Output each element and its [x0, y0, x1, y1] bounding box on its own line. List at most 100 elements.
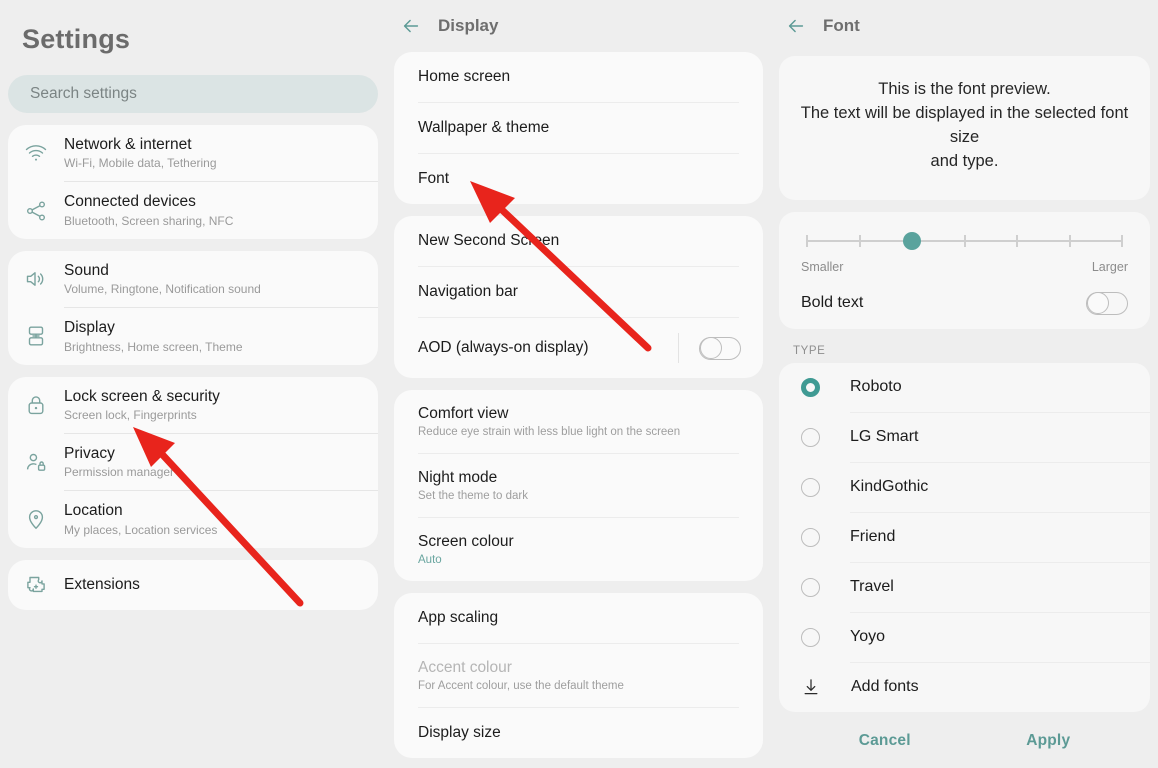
display-icon [24, 324, 64, 348]
preview-line-3: and type. [930, 151, 999, 170]
font-option-roboto[interactable]: Roboto [779, 363, 1150, 412]
sidebar-item-extensions[interactable]: Extensions [8, 560, 378, 610]
sidebar-item-subtitle: Wi-Fi, Mobile data, Tethering [64, 156, 217, 171]
radio-icon[interactable] [801, 527, 820, 547]
sidebar-item-display[interactable]: Display Brightness, Home screen, Theme [8, 308, 378, 364]
display-item-new-second-screen[interactable]: New Second Screen [394, 216, 763, 266]
sidebar-item-privacy[interactable]: Privacy Permission manager [8, 434, 378, 490]
slider-tick [1016, 234, 1018, 247]
item-title: Night mode [418, 469, 498, 486]
display-title: Display [438, 16, 499, 35]
font-option-label: Roboto [850, 378, 902, 396]
search-input[interactable]: Search settings [8, 75, 378, 113]
add-fonts-label: Add fonts [851, 678, 919, 696]
aod-toggle[interactable] [699, 336, 741, 360]
sidebar-item-connected-devices[interactable]: Connected devices Bluetooth, Screen shar… [8, 182, 378, 238]
sidebar-item-subtitle: Screen lock, Fingerprints [64, 407, 197, 422]
slider-tick [1068, 234, 1071, 247]
display-header: Display [386, 0, 771, 52]
item-title: Wallpaper & theme [418, 119, 550, 136]
display-group-2: New Second Screen Navigation bar AOD (al… [394, 216, 763, 378]
lock-icon [24, 393, 64, 417]
radio-icon[interactable] [801, 427, 820, 447]
bold-text-toggle[interactable] [1086, 291, 1128, 315]
font-preview: This is the font preview. The text will … [779, 56, 1150, 200]
display-group-4: App scaling Accent colour For Accent col… [394, 593, 763, 758]
item-title: Screen colour [418, 533, 514, 550]
font-option-label: Yoyo [850, 628, 885, 646]
divider [678, 333, 679, 363]
font-type-list: Roboto LG Smart KindGothic Friend Travel [779, 362, 1150, 712]
settings-group-sound-display: Sound Volume, Ringtone, Notification sou… [8, 250, 378, 365]
font-option-friend[interactable]: Friend [779, 513, 1150, 562]
wifi-icon [24, 141, 64, 165]
font-option-label: LG Smart [850, 428, 919, 446]
font-option-yoyo[interactable]: Yoyo [779, 613, 1150, 662]
radio-icon[interactable] [801, 577, 820, 597]
display-item-comfort-view[interactable]: Comfort view Reduce eye strain with less… [394, 390, 763, 453]
font-title: Font [823, 16, 860, 35]
item-subtitle: Set the theme to dark [418, 490, 528, 502]
font-option-label: KindGothic [850, 478, 929, 496]
settings-group-extensions: Extensions [8, 559, 378, 610]
speaker-icon [24, 267, 64, 291]
settings-group-network: Network & internet Wi-Fi, Mobile data, T… [8, 125, 378, 239]
privacy-person-icon [24, 450, 64, 474]
font-panel: Font This is the font preview. The text … [771, 0, 1158, 768]
apply-button[interactable]: Apply [1026, 732, 1070, 750]
item-subtitle: Reduce eye strain with less blue light o… [418, 426, 681, 438]
sidebar-item-title: Extensions [64, 575, 140, 593]
bold-text-label: Bold text [801, 294, 864, 312]
settings-group-security: Lock screen & security Screen lock, Fing… [8, 376, 378, 548]
sidebar-item-sound[interactable]: Sound Volume, Ringtone, Notification sou… [8, 251, 378, 307]
display-item-wallpaper-theme[interactable]: Wallpaper & theme [394, 103, 763, 153]
slider-thumb[interactable] [903, 231, 921, 250]
item-title: Home screen [418, 68, 511, 85]
download-icon [801, 677, 821, 697]
toggle-knob [1087, 292, 1109, 315]
sidebar-item-network-internet[interactable]: Network & internet Wi-Fi, Mobile data, T… [8, 125, 378, 181]
display-item-aod[interactable]: AOD (always-on display) [394, 318, 763, 378]
sidebar-item-title: Lock screen & security [64, 387, 220, 405]
font-size-slider[interactable] [806, 231, 1123, 250]
radio-icon[interactable] [801, 627, 820, 647]
display-item-navigation-bar[interactable]: Navigation bar [394, 267, 763, 317]
display-item-home-screen[interactable]: Home screen [394, 52, 763, 102]
add-fonts-row[interactable]: Add fonts [779, 663, 1150, 712]
font-option-travel[interactable]: Travel [779, 563, 1150, 612]
preview-line-2: The text will be displayed in the select… [800, 103, 1129, 146]
display-item-accent-colour: Accent colour For Accent colour, use the… [394, 644, 763, 707]
preview-line-1: This is the font preview. [878, 80, 1051, 98]
sidebar-item-title: Sound [64, 261, 109, 279]
font-option-kindgothic[interactable]: KindGothic [779, 463, 1150, 512]
item-title: App scaling [418, 609, 499, 626]
display-item-font[interactable]: Font [394, 154, 763, 204]
sidebar-item-location[interactable]: Location My places, Location services [8, 491, 378, 547]
font-size-card: Smaller Larger Bold text [779, 211, 1150, 329]
sidebar-item-subtitle: Bluetooth, Screen sharing, NFC [64, 213, 234, 228]
radio-icon[interactable] [801, 477, 820, 497]
display-item-app-scaling[interactable]: App scaling [394, 593, 763, 643]
back-arrow-icon[interactable] [400, 15, 422, 37]
sidebar-item-lock-screen-security[interactable]: Lock screen & security Screen lock, Fing… [8, 377, 378, 433]
page-title: Settings [22, 24, 131, 54]
slider-tick [806, 234, 808, 247]
slider-label-max: Larger [1091, 259, 1128, 274]
search-placeholder: Search settings [30, 85, 137, 102]
radio-icon[interactable] [801, 377, 820, 397]
share-icon [24, 199, 64, 223]
font-option-lg-smart[interactable]: LG Smart [779, 413, 1150, 462]
cancel-button[interactable]: Cancel [859, 732, 911, 750]
display-panel: Display Home screen Wallpaper & theme Fo… [386, 0, 771, 768]
font-actions: Cancel Apply [771, 712, 1158, 750]
settings-panel: Settings Search settings Network & inter… [0, 0, 386, 768]
slider-tick [1121, 234, 1123, 247]
display-item-night-mode[interactable]: Night mode Set the theme to dark [394, 454, 763, 517]
extensions-icon [24, 573, 64, 597]
item-title: New Second Screen [418, 232, 560, 249]
display-item-screen-colour[interactable]: Screen colour Auto [394, 518, 763, 581]
sidebar-item-subtitle: Brightness, Home screen, Theme [64, 339, 243, 354]
back-arrow-icon[interactable] [785, 15, 807, 37]
toggle-knob [700, 337, 722, 359]
display-item-display-size[interactable]: Display size [394, 708, 763, 758]
